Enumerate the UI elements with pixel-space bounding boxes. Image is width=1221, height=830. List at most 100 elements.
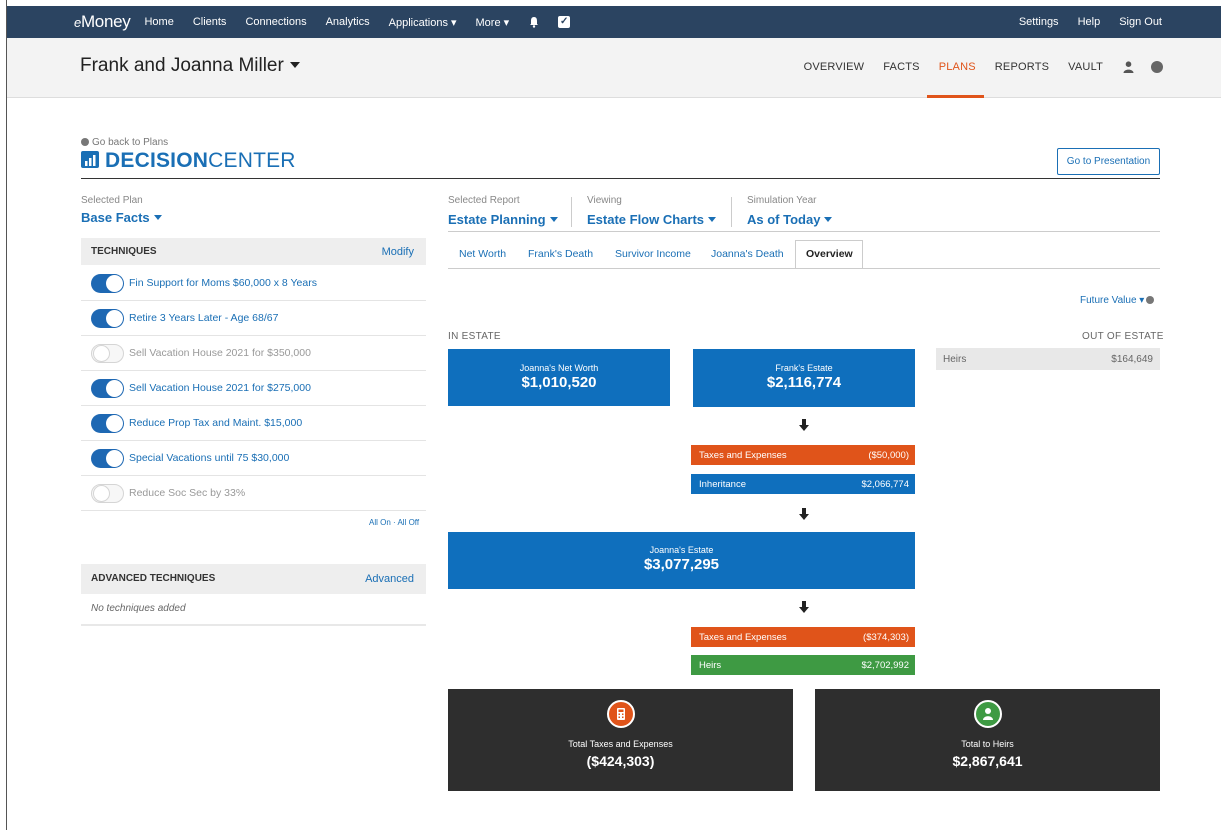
caret-down-icon bbox=[824, 217, 833, 222]
selector-divider bbox=[731, 197, 732, 227]
nav-settings[interactable]: Settings bbox=[1019, 16, 1059, 28]
bell-icon[interactable] bbox=[528, 16, 540, 28]
nav-clients[interactable]: Clients bbox=[193, 16, 227, 28]
technique-toggle[interactable] bbox=[91, 484, 124, 503]
nav-analytics[interactable]: Analytics bbox=[326, 16, 370, 28]
advanced-link[interactable]: Advanced bbox=[365, 573, 414, 585]
tab-vault[interactable]: VAULT bbox=[1068, 61, 1103, 73]
tab-facts[interactable]: FACTS bbox=[883, 61, 919, 73]
toggle-knob bbox=[106, 450, 123, 467]
nav-help[interactable]: Help bbox=[1078, 16, 1101, 28]
viewing-dropdown[interactable]: Estate Flow Charts bbox=[587, 212, 717, 227]
tab-franks-death[interactable]: Frank's Death bbox=[528, 248, 593, 260]
nav-sign-out[interactable]: Sign Out bbox=[1119, 16, 1162, 28]
tasks-checkbox-icon[interactable]: ✓ bbox=[558, 16, 571, 28]
technique-toggle[interactable] bbox=[91, 414, 124, 433]
joanna-taxes-bar[interactable]: Taxes and Expenses ($374,303) bbox=[691, 627, 915, 647]
tab-joannas-death[interactable]: Joanna's Death bbox=[711, 248, 784, 260]
heirs-people-icon bbox=[973, 700, 1002, 728]
emoney-logo[interactable]: eMoney bbox=[74, 12, 131, 32]
window-border bbox=[6, 0, 7, 830]
bar-label: Taxes and Expenses bbox=[699, 632, 787, 643]
tab-overview[interactable]: OVERVIEW bbox=[804, 61, 865, 73]
technique-label[interactable]: Sell Vacation House 2021 for $275,000 bbox=[129, 382, 311, 394]
heirs-bar[interactable]: Heirs $2,702,992 bbox=[691, 655, 915, 675]
caret-down-icon bbox=[289, 62, 300, 68]
decision-center-title: DECISIONCENTER bbox=[81, 149, 296, 173]
tab-net-worth[interactable]: Net Worth bbox=[459, 248, 506, 260]
box-value: $1,010,520 bbox=[521, 374, 597, 391]
modify-link[interactable]: Modify bbox=[382, 246, 414, 258]
technique-toggle[interactable] bbox=[91, 344, 124, 363]
selected-plan-dropdown[interactable]: Base Facts bbox=[81, 210, 162, 225]
simulation-year-label: Simulation Year bbox=[747, 195, 817, 206]
advanced-divider bbox=[81, 624, 426, 626]
advanced-techniques-title: ADVANCED TECHNIQUES bbox=[91, 573, 216, 584]
client-name-dropdown[interactable]: Frank and Joanna Miller bbox=[80, 55, 300, 77]
help-icon[interactable] bbox=[1146, 296, 1155, 304]
toggle-knob bbox=[106, 415, 123, 432]
technique-label[interactable]: Special Vacations until 75 $30,000 bbox=[129, 452, 289, 464]
total-taxes-summary: Total Taxes and Expenses ($424,303) bbox=[448, 689, 793, 791]
simulation-year-dropdown[interactable]: As of Today bbox=[747, 212, 833, 227]
tab-plans[interactable]: PLANS bbox=[939, 61, 976, 73]
toggle-knob bbox=[106, 380, 123, 397]
frank-taxes-bar[interactable]: Taxes and Expenses ($50,000) bbox=[691, 445, 915, 465]
bar-value: $2,066,774 bbox=[861, 479, 909, 490]
technique-label[interactable]: Fin Support for Moms $60,000 x 8 Years bbox=[129, 277, 317, 289]
heirs-out-of-estate: Heirs $164,649 bbox=[936, 348, 1160, 370]
box-value: $2,116,774 bbox=[766, 374, 842, 391]
summary-label: Total to Heirs bbox=[961, 739, 1014, 749]
in-estate-label: IN ESTATE bbox=[448, 331, 501, 342]
technique-row: Special Vacations until 75 $30,000 bbox=[81, 441, 426, 476]
summary-value: ($424,303) bbox=[586, 753, 655, 769]
box-label: Joanna's Estate bbox=[649, 545, 714, 555]
franks-estate-box[interactable]: Frank's Estate $2,116,774 bbox=[693, 349, 915, 407]
technique-row: Sell Vacation House 2021 for $275,000 bbox=[81, 371, 426, 406]
nav-home[interactable]: Home bbox=[144, 16, 173, 28]
bar-value: $2,702,992 bbox=[861, 660, 909, 671]
nav-more[interactable]: More ▾ bbox=[476, 16, 510, 29]
nav-applications[interactable]: Applications ▾ bbox=[389, 16, 457, 29]
globe-icon[interactable] bbox=[1151, 61, 1163, 73]
joannas-estate-box[interactable]: Joanna's Estate $3,077,295 bbox=[448, 532, 915, 589]
technique-toggle[interactable] bbox=[91, 449, 124, 468]
technique-toggle[interactable] bbox=[91, 379, 124, 398]
toggle-knob bbox=[93, 485, 110, 502]
caret-down-icon bbox=[549, 217, 558, 222]
nav-connections[interactable]: Connections bbox=[245, 16, 306, 28]
selector-underline bbox=[448, 231, 1160, 232]
bar-value: ($50,000) bbox=[868, 450, 909, 461]
go-to-presentation-button[interactable]: Go to Presentation bbox=[1057, 148, 1160, 175]
technique-label[interactable]: Retire 3 Years Later - Age 68/67 bbox=[129, 312, 278, 324]
client-tabs: OVERVIEW FACTS PLANS REPORTS VAULT bbox=[785, 61, 1163, 73]
tab-overview-report[interactable]: Overview bbox=[806, 248, 853, 260]
joannas-net-worth-box[interactable]: Joanna's Net Worth $1,010,520 bbox=[448, 349, 670, 406]
advanced-techniques-header: ADVANCED TECHNIQUES Advanced bbox=[81, 564, 426, 594]
header-divider bbox=[81, 178, 1160, 179]
technique-label[interactable]: Reduce Prop Tax and Maint. $15,000 bbox=[129, 417, 302, 429]
technique-toggle[interactable] bbox=[91, 274, 124, 293]
selected-report-dropdown[interactable]: Estate Planning bbox=[448, 212, 558, 227]
technique-toggle[interactable] bbox=[91, 309, 124, 328]
future-value-dropdown[interactable]: Future Value ▾ bbox=[1080, 295, 1155, 306]
top-navigation-bar: eMoney Home Clients Connections Analytic… bbox=[7, 6, 1221, 38]
technique-row: Reduce Prop Tax and Maint. $15,000 bbox=[81, 406, 426, 441]
tab-reports[interactable]: REPORTS bbox=[995, 61, 1049, 73]
technique-label[interactable]: Sell Vacation House 2021 for $350,000 bbox=[129, 347, 311, 359]
viewing-label: Viewing bbox=[587, 195, 622, 206]
summary-value: $2,867,641 bbox=[952, 753, 1023, 769]
inheritance-bar[interactable]: Inheritance $2,066,774 bbox=[691, 474, 915, 494]
all-on-all-off-links[interactable]: All On · All Off bbox=[369, 518, 419, 527]
technique-row: Retire 3 Years Later - Age 68/67 bbox=[81, 301, 426, 336]
total-heirs-summary: Total to Heirs $2,867,641 bbox=[815, 689, 1160, 791]
techniques-title: TECHNIQUES bbox=[91, 246, 157, 257]
person-icon[interactable] bbox=[1123, 61, 1134, 73]
techniques-header: TECHNIQUES Modify bbox=[81, 238, 426, 265]
bar-label: Inheritance bbox=[699, 479, 747, 490]
tab-survivor-income[interactable]: Survivor Income bbox=[615, 248, 691, 260]
technique-label[interactable]: Reduce Soc Sec by 33% bbox=[129, 487, 245, 499]
down-arrow-icon bbox=[799, 508, 809, 520]
client-header: Frank and Joanna Miller OVERVIEW FACTS P… bbox=[7, 38, 1221, 98]
go-back-to-plans-link[interactable]: Go back to Plans bbox=[81, 137, 168, 148]
